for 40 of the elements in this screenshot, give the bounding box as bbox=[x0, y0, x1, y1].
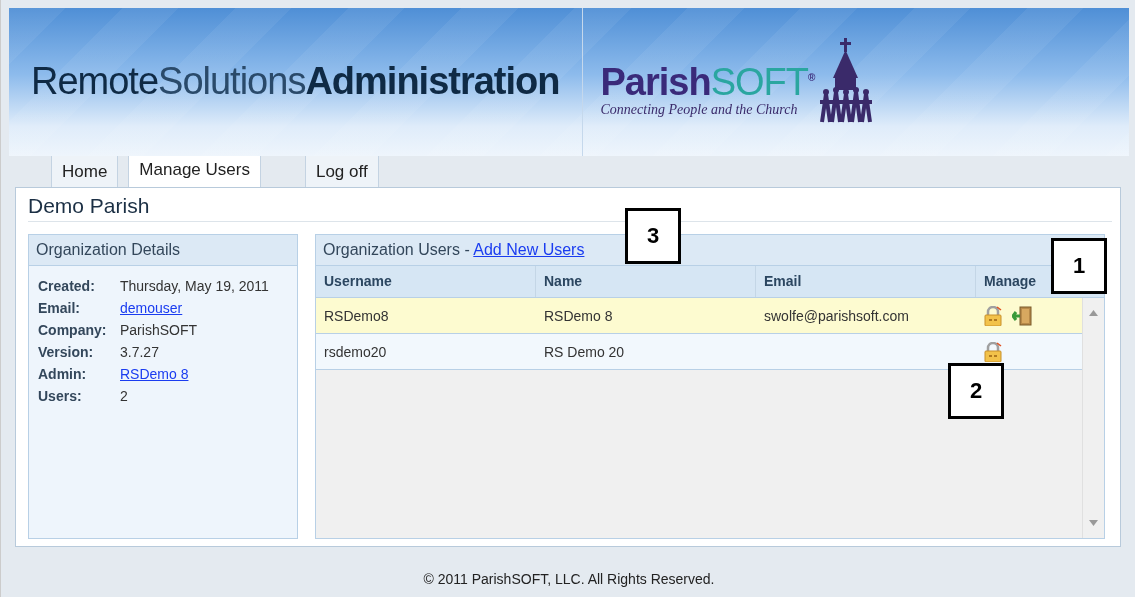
column-header: Name bbox=[536, 266, 756, 297]
scroll-down-icon[interactable] bbox=[1089, 520, 1098, 526]
field-label: Email: bbox=[38, 300, 81, 316]
panel-header: Organization Details bbox=[29, 235, 297, 266]
field-label: Users: bbox=[38, 388, 83, 404]
table-cell-text: rsdemo20 bbox=[323, 343, 388, 360]
padlock-icon[interactable] bbox=[984, 305, 1002, 326]
app-title: RemoteSolutionsAdministration bbox=[31, 60, 560, 104]
table-row[interactable]: RSDemo8 RSDemo 8 swolfe@parishsoft.com bbox=[316, 298, 1082, 334]
field-label: Company: bbox=[38, 322, 108, 338]
table-row[interactable]: rsdemo20 RS Demo 20 bbox=[316, 334, 1082, 370]
table-cell-text: RSDemo 8 bbox=[543, 307, 614, 324]
door-exit-icon[interactable] bbox=[1012, 305, 1032, 326]
callout-label: 3 bbox=[625, 208, 681, 264]
nav-tab[interactable]: Log off bbox=[304, 155, 379, 187]
panel-title: Organization Users - bbox=[323, 241, 471, 258]
nav-tab[interactable]: Home bbox=[51, 155, 119, 187]
callout-label: 1 bbox=[1051, 238, 1107, 294]
field-link[interactable]: RSDemo 8 bbox=[120, 366, 288, 382]
callout-label: 2 bbox=[948, 363, 1004, 419]
column-header: Email bbox=[756, 266, 976, 297]
brand-logo: ParishSOFT$^{®}$ bbox=[600, 60, 815, 102]
field-label: Created: bbox=[38, 278, 96, 294]
column-header: Username bbox=[316, 266, 536, 297]
field-value: ParishSOFT bbox=[120, 322, 198, 338]
padlock-icon[interactable] bbox=[984, 341, 1002, 362]
table-cell-text: RSDemo8 bbox=[323, 307, 390, 324]
field-value: Thursday, May 19, 2011 bbox=[120, 278, 270, 294]
tagline: Connecting People and the Church bbox=[600, 102, 799, 118]
field-link[interactable]: demouser bbox=[120, 300, 288, 316]
footer-text: © 2011 ParishSOFT, LLC. All Rights Reserved. bbox=[422, 571, 716, 587]
add-users-link[interactable]: Add New Users bbox=[473, 241, 585, 258]
table-cell-text: RS Demo 20 bbox=[543, 343, 626, 360]
column-header: Manage bbox=[983, 272, 1038, 291]
table-cell: swolfe@parishsoft.com bbox=[764, 307, 909, 324]
scroll-up-icon[interactable] bbox=[1089, 310, 1098, 316]
field-value: 3.7.27 bbox=[120, 344, 160, 360]
field-value: 2 bbox=[120, 388, 129, 404]
field-label: Version: bbox=[38, 344, 95, 360]
field-label: Admin: bbox=[38, 366, 88, 382]
